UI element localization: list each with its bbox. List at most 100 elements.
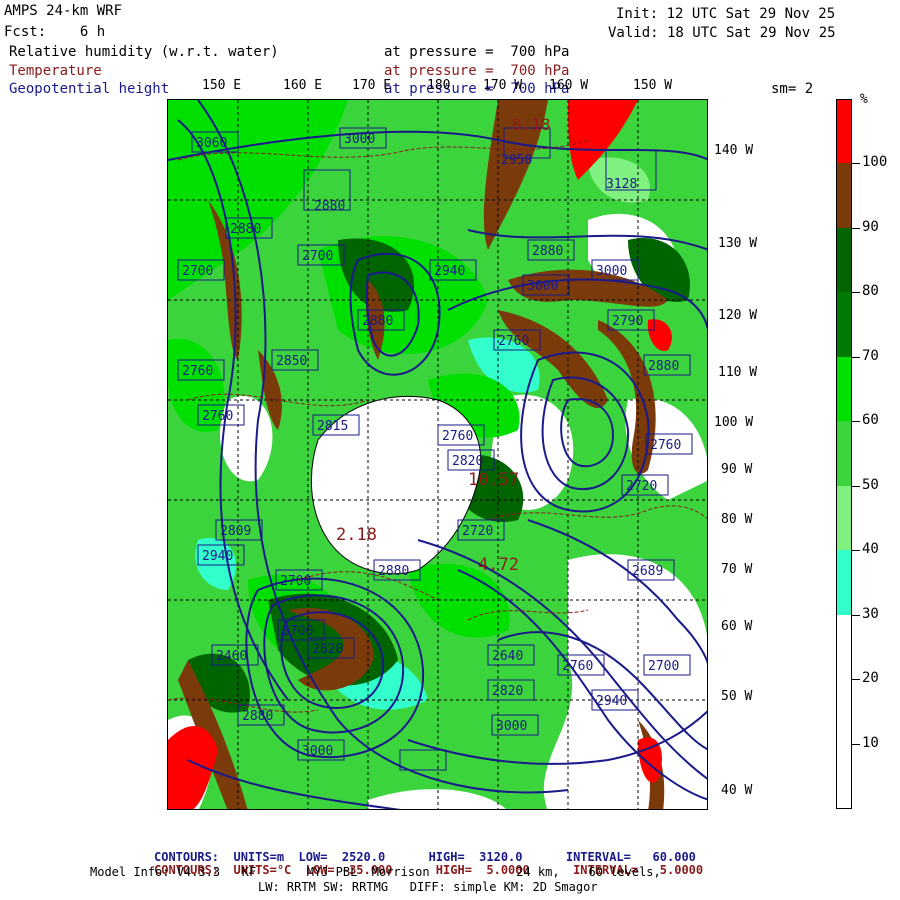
field-height-name: Geopotential height [9,81,170,97]
lon-label: 150 W [633,78,673,93]
contour-label: 2760 [650,438,681,453]
contour-label: 2809 [220,524,251,539]
contour-label: 2950 [501,153,532,168]
contour-label: 2880 [230,222,261,237]
contour-label: 2880 [378,564,409,579]
colorbar-segment [836,485,852,551]
colorbar-label: 30 [862,605,879,622]
colorbar-tick [852,550,860,552]
colorbar-segment [836,743,852,809]
footer-model-physics: LW: RRTM SW: RRTMG DIFF: simple KM: 2D S… [258,880,598,894]
temperature-label: 4.72 [478,555,519,575]
contour-label: 2760 [498,334,529,349]
contour-label: 2820 [312,642,343,657]
contour-label: 2700 [280,574,311,589]
field-rh-name: Relative humidity (w.r.t. water) [9,44,279,60]
colorbar-label: 70 [862,347,879,364]
init-time: Init: 12 UTC Sat 29 Nov 25 [616,6,836,22]
contour-label: 2760 [442,429,473,444]
lat-label: 120 W [718,308,758,323]
rh-temperature-height-map: 3060 3000 8.18 2950 3128 2880 2880 2700 … [167,99,708,810]
colorbar-tick [852,163,860,165]
map-graphic: 3060 3000 8.18 2950 3128 2880 2880 2700 … [168,100,707,809]
lat-label: 140 W [714,143,754,158]
contour-label: 3060 [196,136,227,151]
lon-label: 160 W [549,78,589,93]
field-rh-level: at pressure = 700 hPa [384,44,570,60]
temperature-label: 2.18 [336,525,377,545]
contour-label: 2760 [182,364,213,379]
valid-time: Valid: 18 UTC Sat 29 Nov 25 [608,25,836,41]
model-title: AMPS 24-km WRF [4,3,123,19]
colorbar-label: 100 [862,154,888,171]
lon-label: 150 E [202,78,242,93]
contour-label: 2689 [632,564,663,579]
lat-label: 110 W [718,365,758,380]
contour-label: 3000 [527,279,558,294]
colorbar-segment [836,99,852,164]
contour-label: 2880 [362,314,393,329]
lat-label: 130 W [718,236,758,251]
colorbar-segment [836,679,852,745]
contour-label: 8.18 [512,115,551,134]
colorbar-label: 50 [862,476,879,493]
contour-label: 2460 [216,649,247,664]
colorbar-label: 20 [862,670,879,687]
colorbar-segment [836,356,852,422]
contour-label: 2820 [492,684,523,699]
field-temp-level: at pressure = 700 hPa [384,63,570,79]
contour-label: 2700 [182,264,213,279]
field-temp-name: Temperature [9,63,102,79]
lat-label: 60 W [721,619,753,634]
colorbar-unit: % [860,92,868,107]
contour-label: 2790 [612,314,643,329]
contour-label: 2940 [434,264,465,279]
contour-label: 3000 [302,744,333,759]
lon-label: 180 [427,78,451,93]
contour-label: 2880 [314,199,345,214]
contour-label: 2940 [202,549,233,564]
contour-label: 2820 [452,454,483,469]
lon-label: 170 W [483,78,523,93]
contour-label: 2880 [242,709,273,724]
footer-model-info: Model Info: V4.3.3 KF MYJ PBL Morrison 2… [90,865,661,879]
lat-label: 40 W [721,783,753,798]
colorbar-tick [852,356,860,358]
colorbar-segment [836,421,852,487]
contour-label: 2720 [462,524,493,539]
lon-label: 160 E [283,78,323,93]
colorbar-tick [852,227,860,229]
colorbar-segment [836,550,852,616]
contour-label: 2700 [302,249,333,264]
colorbar-label: 90 [862,218,879,235]
contour-label: 2815 [317,419,348,434]
temperature-label: 10.57 [468,470,519,490]
colorbar-tick [852,485,860,487]
colorbar-segment [836,292,852,358]
lat-label: 100 W [714,415,754,430]
contour-label: 2880 [532,244,563,259]
lat-label: 70 W [721,562,753,577]
colorbar-segment [836,163,852,229]
smoothing-label: sm= 2 [771,81,814,97]
colorbar-segment [836,227,852,293]
colorbar-label: 10 [862,734,879,751]
colorbar-tick [852,614,860,616]
contour-label: 2850 [276,354,307,369]
contour-label: 2640 [492,649,523,664]
colorbar-tick [852,679,860,681]
contour-label: 2700 [648,659,679,674]
contour-label: 2760 [562,659,593,674]
contour-label: 2720 [626,479,657,494]
colorbar-label: 80 [862,283,879,300]
contour-label: 3000 [496,719,527,734]
field-height-level: at pressure = 700 hPa [384,81,570,97]
colorbar-label: 60 [862,412,879,429]
colorbar-label: 40 [862,541,879,558]
colorbar-tick [852,421,860,423]
contour-label: 2700 [282,624,313,639]
contour-label: 2880 [648,359,679,374]
contour-label: 2760 [202,409,233,424]
contour-label: 3128 [606,177,637,192]
lat-label: 50 W [721,689,753,704]
